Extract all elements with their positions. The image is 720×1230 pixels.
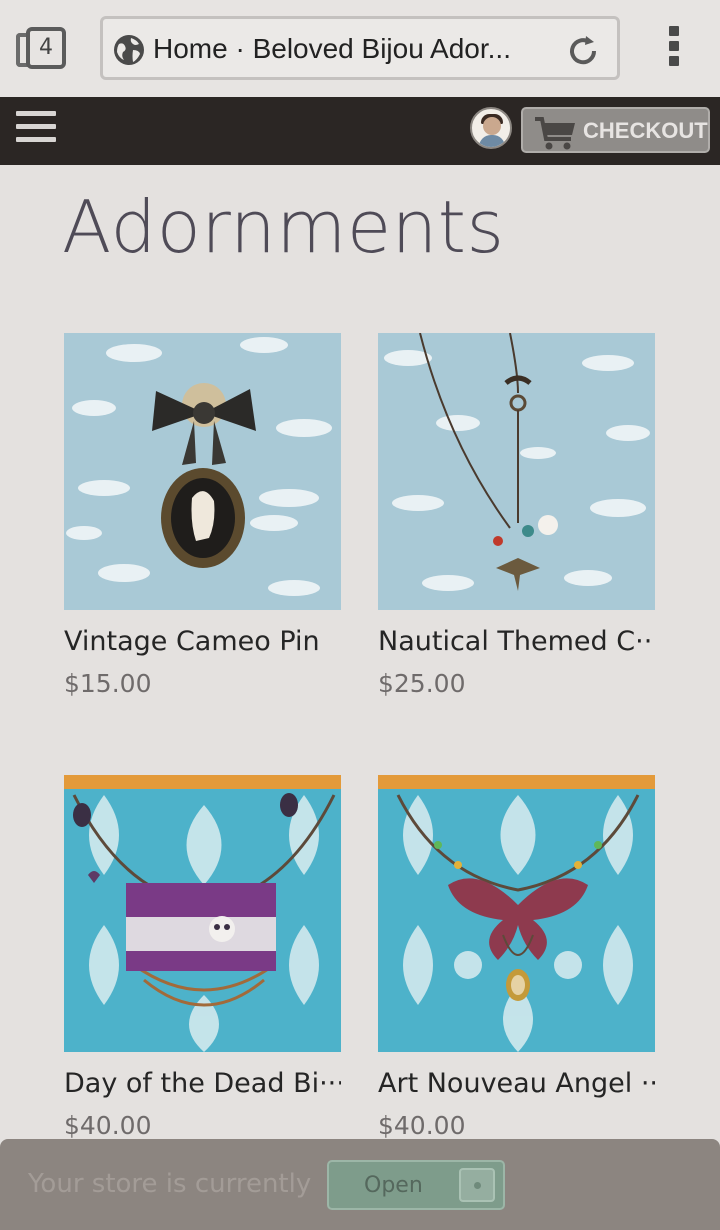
address-bar[interactable]: Home · Beloved Bijou Ador... — [100, 16, 620, 80]
product-price: $40.00 — [64, 1111, 152, 1140]
product-name[interactable]: Vintage Cameo Pin — [64, 626, 341, 657]
checkout-label: CHECKOUT — [583, 118, 708, 143]
product-image[interactable] — [64, 333, 341, 610]
tab-switcher-button[interactable]: 4 — [16, 27, 68, 69]
store-open-toggle[interactable]: Open — [327, 1160, 505, 1210]
browser-menu-icon[interactable] — [664, 26, 684, 70]
product-name[interactable]: Day of the Dead Bi··· — [64, 1068, 341, 1099]
product-image[interactable] — [378, 333, 655, 610]
product-card[interactable]: Art Nouveau Angel ··· $40.00 — [378, 775, 655, 1140]
url-text: Home · Beloved Bijou Ador... — [153, 33, 511, 64]
product-card[interactable]: Day of the Dead Bi··· $40.00 — [64, 775, 341, 1140]
browser-toolbar: 4 Home · Beloved Bijou Ador... — [0, 0, 720, 97]
store-avatar[interactable] — [470, 107, 512, 149]
product-price: $25.00 — [378, 669, 466, 698]
product-image[interactable] — [378, 775, 655, 1052]
store-status-banner: Your store is currently Open — [0, 1139, 720, 1230]
product-name[interactable]: Art Nouveau Angel ··· — [378, 1068, 655, 1099]
page-title: Adornments — [62, 185, 505, 269]
site-header: CHECKOUT — [0, 97, 720, 165]
product-image[interactable] — [64, 775, 341, 1052]
product-card[interactable]: Nautical Themed C··· $25.00 — [378, 333, 655, 698]
product-price: $40.00 — [378, 1111, 466, 1140]
store-status-text: Your store is currently — [28, 1169, 312, 1199]
product-name[interactable]: Nautical Themed C··· — [378, 626, 655, 657]
reload-icon[interactable] — [565, 33, 601, 69]
globe-icon — [114, 35, 144, 65]
hamburger-menu-icon[interactable] — [16, 111, 56, 147]
cart-icon — [535, 117, 575, 150]
toggle-knob[interactable] — [459, 1168, 495, 1202]
product-price: $15.00 — [64, 669, 152, 698]
checkout-button[interactable]: CHECKOUT — [521, 107, 710, 153]
toggle-label: Open — [364, 1173, 423, 1198]
product-card[interactable]: Vintage Cameo Pin $15.00 — [64, 333, 341, 698]
tab-count: 4 — [26, 27, 66, 69]
